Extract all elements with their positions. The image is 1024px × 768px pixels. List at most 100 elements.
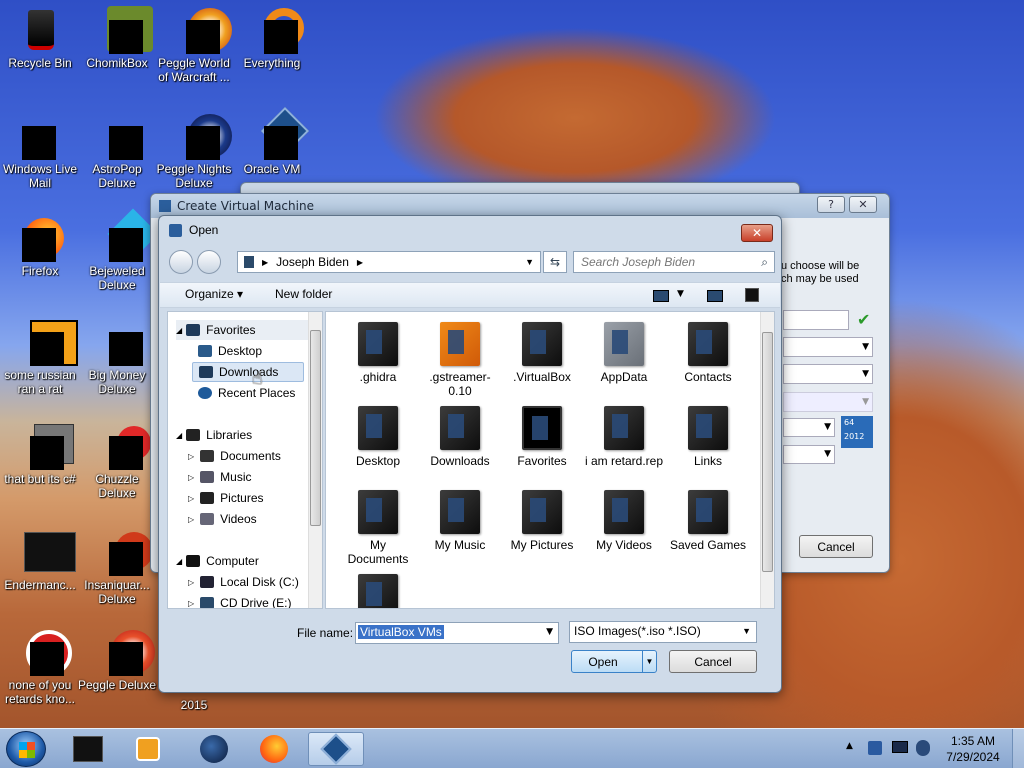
desktop-icon-peggle-wow[interactable]: Peggle World of Warcraft ... xyxy=(154,6,234,84)
preview-pane-icon[interactable] xyxy=(707,290,723,302)
desktop-icon-peggle-nights[interactable]: Peggle Nights Deluxe xyxy=(154,112,234,190)
edition-select: ▼ xyxy=(783,392,873,412)
desktop-icon-peggle-deluxe[interactable]: Peggle Deluxe xyxy=(77,628,157,692)
breadcrumb-current[interactable]: Joseph Biden xyxy=(276,255,349,269)
taskbar-app-item-active[interactable] xyxy=(308,732,364,766)
desktop-icon-2015[interactable]: 2015 xyxy=(154,698,234,712)
taskbar-app-item[interactable] xyxy=(120,732,176,766)
peggle-icon xyxy=(170,6,232,54)
desktop-icon-chomikbox[interactable]: ChomikBox xyxy=(77,6,157,70)
taskbar-app-item[interactable] xyxy=(186,732,242,766)
list-item[interactable]: My Pictures xyxy=(502,490,582,552)
nav-downloads[interactable]: Downloads xyxy=(192,362,304,382)
show-hidden-icons-icon[interactable]: ▲ xyxy=(846,741,853,751)
nav-local-disk[interactable]: ▷ Local Disk (C:) xyxy=(188,572,299,592)
back-button[interactable] xyxy=(169,250,193,274)
nav-computer[interactable]: ◢ Computer xyxy=(176,551,259,571)
desktop-icon-oracle-vm[interactable]: Oracle VM xyxy=(232,106,312,176)
list-item[interactable]: Links xyxy=(668,406,748,468)
list-item[interactable]: Desktop xyxy=(338,406,418,468)
filename-input[interactable]: VirtualBox VMs ▼ xyxy=(355,622,559,644)
desktop-icon-firefox[interactable]: Firefox xyxy=(0,214,80,278)
desktop-icon-label: Peggle World of Warcraft ... xyxy=(158,56,230,84)
taskbar-app-item[interactable] xyxy=(246,732,302,766)
videos-folder-icon xyxy=(604,490,644,534)
help-button[interactable]: ? xyxy=(817,196,845,213)
desktop-icon-everything[interactable]: Everything xyxy=(232,6,312,70)
desktop-icon-chuzzle[interactable]: Chuzzle Deluxe xyxy=(77,422,157,500)
address-bar[interactable]: ▶ Joseph Biden ▶ ▼ xyxy=(237,251,541,273)
new-folder-button[interactable]: New folder xyxy=(275,287,332,301)
recycle-bin-icon xyxy=(16,6,64,54)
list-item[interactable]: Saved Games xyxy=(668,490,748,552)
desktop-icon-bejeweled[interactable]: Bejeweled Deluxe xyxy=(77,208,159,292)
nav-desktop[interactable]: Desktop xyxy=(198,341,262,361)
desktop-icon-recycle-bin[interactable]: Recycle Bin xyxy=(0,6,80,70)
virtualbox-icon xyxy=(159,200,171,212)
nav-cd-drive[interactable]: ▷ CD Drive (E:) xyxy=(188,593,292,608)
list-item[interactable] xyxy=(338,574,418,608)
volume-icon[interactable] xyxy=(916,740,930,756)
firefox-icon xyxy=(260,735,288,763)
nav-libraries[interactable]: ◢ Libraries xyxy=(176,425,252,445)
desktop-icon-endermanch[interactable]: Endermanc... xyxy=(0,528,80,592)
refresh-button[interactable]: ⇆ xyxy=(543,251,567,273)
desktop-icon-russian-rat[interactable]: some russian ran a rat xyxy=(0,318,80,396)
list-item[interactable]: Downloads xyxy=(420,406,500,468)
close-button[interactable]: ✕ xyxy=(741,224,773,242)
cancel-button[interactable]: Cancel xyxy=(669,650,757,673)
network-icon[interactable] xyxy=(892,741,908,753)
clock[interactable]: 1:35 AM 7/29/2024 xyxy=(938,733,1008,765)
taskbar-app-item[interactable] xyxy=(60,732,116,766)
desktop-icon-insaniquarium[interactable]: Insaniquar... Deluxe xyxy=(77,528,157,606)
list-item[interactable]: My Music xyxy=(420,490,500,552)
nav-documents[interactable]: ▷ Documents xyxy=(188,446,281,466)
nav-videos[interactable]: ▷ Videos xyxy=(188,509,257,529)
file-list-scrollbar[interactable] xyxy=(760,312,774,608)
desktop-icon-big-money[interactable]: Big Money Deluxe xyxy=(77,318,157,396)
open-button[interactable]: Open ▼ xyxy=(571,650,657,673)
list-item[interactable]: Contacts xyxy=(668,322,748,384)
desktop-icon-windows-live-mail[interactable]: Windows Live Mail xyxy=(0,112,80,190)
cancel-button[interactable]: Cancel xyxy=(799,535,873,558)
list-item[interactable]: .VirtualBox xyxy=(502,322,582,384)
show-desktop-button[interactable] xyxy=(1012,729,1024,768)
nav-recent-places[interactable]: Recent Places xyxy=(198,383,295,403)
nav-scrollbar[interactable] xyxy=(308,312,322,608)
libraries-icon xyxy=(186,429,201,441)
nav-pictures[interactable]: ▷ Pictures xyxy=(188,488,264,508)
organize-button[interactable]: Organize ▾ xyxy=(185,287,243,301)
help-icon[interactable] xyxy=(745,288,759,302)
start-button[interactable] xyxy=(6,731,46,767)
view-icon[interactable] xyxy=(653,290,669,302)
type-select[interactable]: ▼ xyxy=(783,364,873,384)
desktop-icon-that-but-csharp[interactable]: that but its c# xyxy=(0,422,80,486)
list-item[interactable]: AppData xyxy=(584,322,664,384)
search-input[interactable]: Search Joseph Biden ⌕ xyxy=(573,251,775,273)
desktop-icon-label: some russian ran a rat xyxy=(4,368,76,396)
desktop-icon-astropop[interactable]: AstroPop Deluxe xyxy=(77,112,157,190)
list-item[interactable]: My Documents xyxy=(338,490,418,566)
nav-favorites[interactable]: ◢ Favorites xyxy=(176,320,312,340)
list-item[interactable]: i am retard.rep xyxy=(584,406,664,468)
searches-folder-icon xyxy=(358,574,398,608)
list-item[interactable]: Favorites xyxy=(502,406,582,468)
chevron-down-icon[interactable]: ▼ xyxy=(642,651,656,672)
folder-select[interactable]: ▼ xyxy=(783,337,873,357)
close-button[interactable]: ✕ xyxy=(849,196,877,213)
list-item[interactable]: My Videos xyxy=(584,490,664,552)
tray-icon[interactable] xyxy=(868,741,882,755)
list-item[interactable]: .ghidra xyxy=(338,322,418,384)
name-input[interactable] xyxy=(783,310,849,330)
chevron-down-icon[interactable]: ▼ xyxy=(546,627,553,637)
list-item[interactable]: .gstreamer-0.10 xyxy=(420,322,500,398)
os-type-select[interactable]: ▼ xyxy=(783,418,835,437)
folder-icon xyxy=(604,322,644,366)
nav-music[interactable]: ▷ Music xyxy=(188,467,252,487)
file-type-select[interactable]: ISO Images(*.iso *.ISO) ▼ xyxy=(569,621,757,643)
chevron-down-icon[interactable]: ▼ xyxy=(677,289,684,299)
os-version-select[interactable]: ▼ xyxy=(783,445,835,464)
chevron-down-icon[interactable]: ▼ xyxy=(525,257,534,267)
desktop-icon-none-of-you[interactable]: none of you retards kno... xyxy=(0,628,80,706)
forward-button[interactable] xyxy=(197,250,221,274)
